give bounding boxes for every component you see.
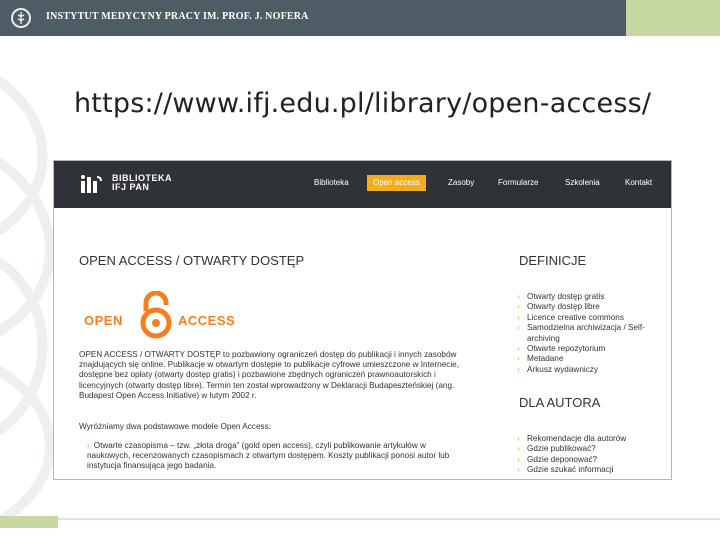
definition-link[interactable]: Samodzielna archiwizacja / Self-archivin… (517, 323, 667, 344)
organization-name: INSTYTUT MEDYCYNY PRACY IM. PROF. J. NOF… (46, 11, 309, 22)
footer-accent-block (0, 516, 58, 528)
nav-open-access[interactable]: Open access (367, 175, 426, 191)
author-link[interactable]: Gdzie szukać informacji (517, 465, 667, 476)
bullet-arrow-icon: › (87, 441, 90, 450)
author-link[interactable]: Gdzie deponować? (517, 455, 667, 466)
definitions-list: Otwarty dostęp gratis Otwarty dostęp lib… (517, 292, 667, 376)
author-links-list: Rekomendacje dla autorów Gdzie publikowa… (517, 434, 667, 476)
nav-zasoby[interactable]: Zasoby (448, 178, 474, 188)
model-bullet-text: Otwarte czasopisma – tzw. „złota droga” … (87, 441, 450, 470)
models-intro: Wyróżniamy dwa podstawowe modele Open Ac… (79, 422, 271, 431)
nav-szkolenia[interactable]: Szkolenia (565, 178, 600, 188)
nav-kontakt[interactable]: Kontakt (625, 178, 652, 188)
oa-logo-open: OPEN (84, 313, 123, 328)
site-navbar: BIBLIOTEKA IFJ PAN Biblioteka Open acces… (54, 161, 671, 208)
author-link[interactable]: Rekomendacje dla autorów (517, 434, 667, 445)
oa-logo-access: ACCESS (178, 313, 236, 328)
definition-link[interactable]: Licence creative commons (517, 313, 667, 324)
open-lock-icon (140, 291, 172, 339)
page-heading: OPEN ACCESS / OTWARTY DOSTĘP (79, 253, 305, 268)
author-link[interactable]: Gdzie publikować? (517, 444, 667, 455)
definition-link[interactable]: Metadane (517, 354, 667, 365)
institute-logo-icon (11, 8, 31, 28)
definition-link[interactable]: Otwarty dostęp gratis (517, 292, 667, 303)
site-logo-line2: IFJ PAN (112, 182, 150, 192)
ifj-logo-icon (81, 175, 102, 193)
slide-header: INSTYTUT MEDYCYNY PRACY IM. PROF. J. NOF… (0, 0, 720, 36)
footer-line (0, 518, 720, 520)
definition-link[interactable]: Arkusz wydawniczy (517, 365, 667, 376)
website-screenshot: BIBLIOTEKA IFJ PAN Biblioteka Open acces… (53, 160, 672, 480)
author-heading: DLA AUTORA (519, 395, 601, 410)
nav-formularze[interactable]: Formularze (498, 178, 538, 188)
model-bullet: › Otwarte czasopisma – tzw. „złota droga”… (87, 441, 467, 471)
definition-link[interactable]: Otwarte repozytorium (517, 344, 667, 355)
definitions-heading: DEFINICJE (519, 253, 587, 268)
definition-link[interactable]: Otwarty dostęp libre (517, 302, 667, 313)
nav-biblioteka[interactable]: Biblioteka (314, 178, 349, 188)
site-logo-text: BIBLIOTEKA IFJ PAN (112, 174, 172, 192)
slide-title: https://www.ifj.edu.pl/library/open-acce… (74, 88, 652, 119)
open-access-logo: OPEN ACCESS (82, 291, 247, 341)
intro-paragraph: OPEN ACCESS / OTWARTY DOSTĘP to pozbawio… (79, 350, 459, 400)
header-accent-block (626, 0, 720, 36)
